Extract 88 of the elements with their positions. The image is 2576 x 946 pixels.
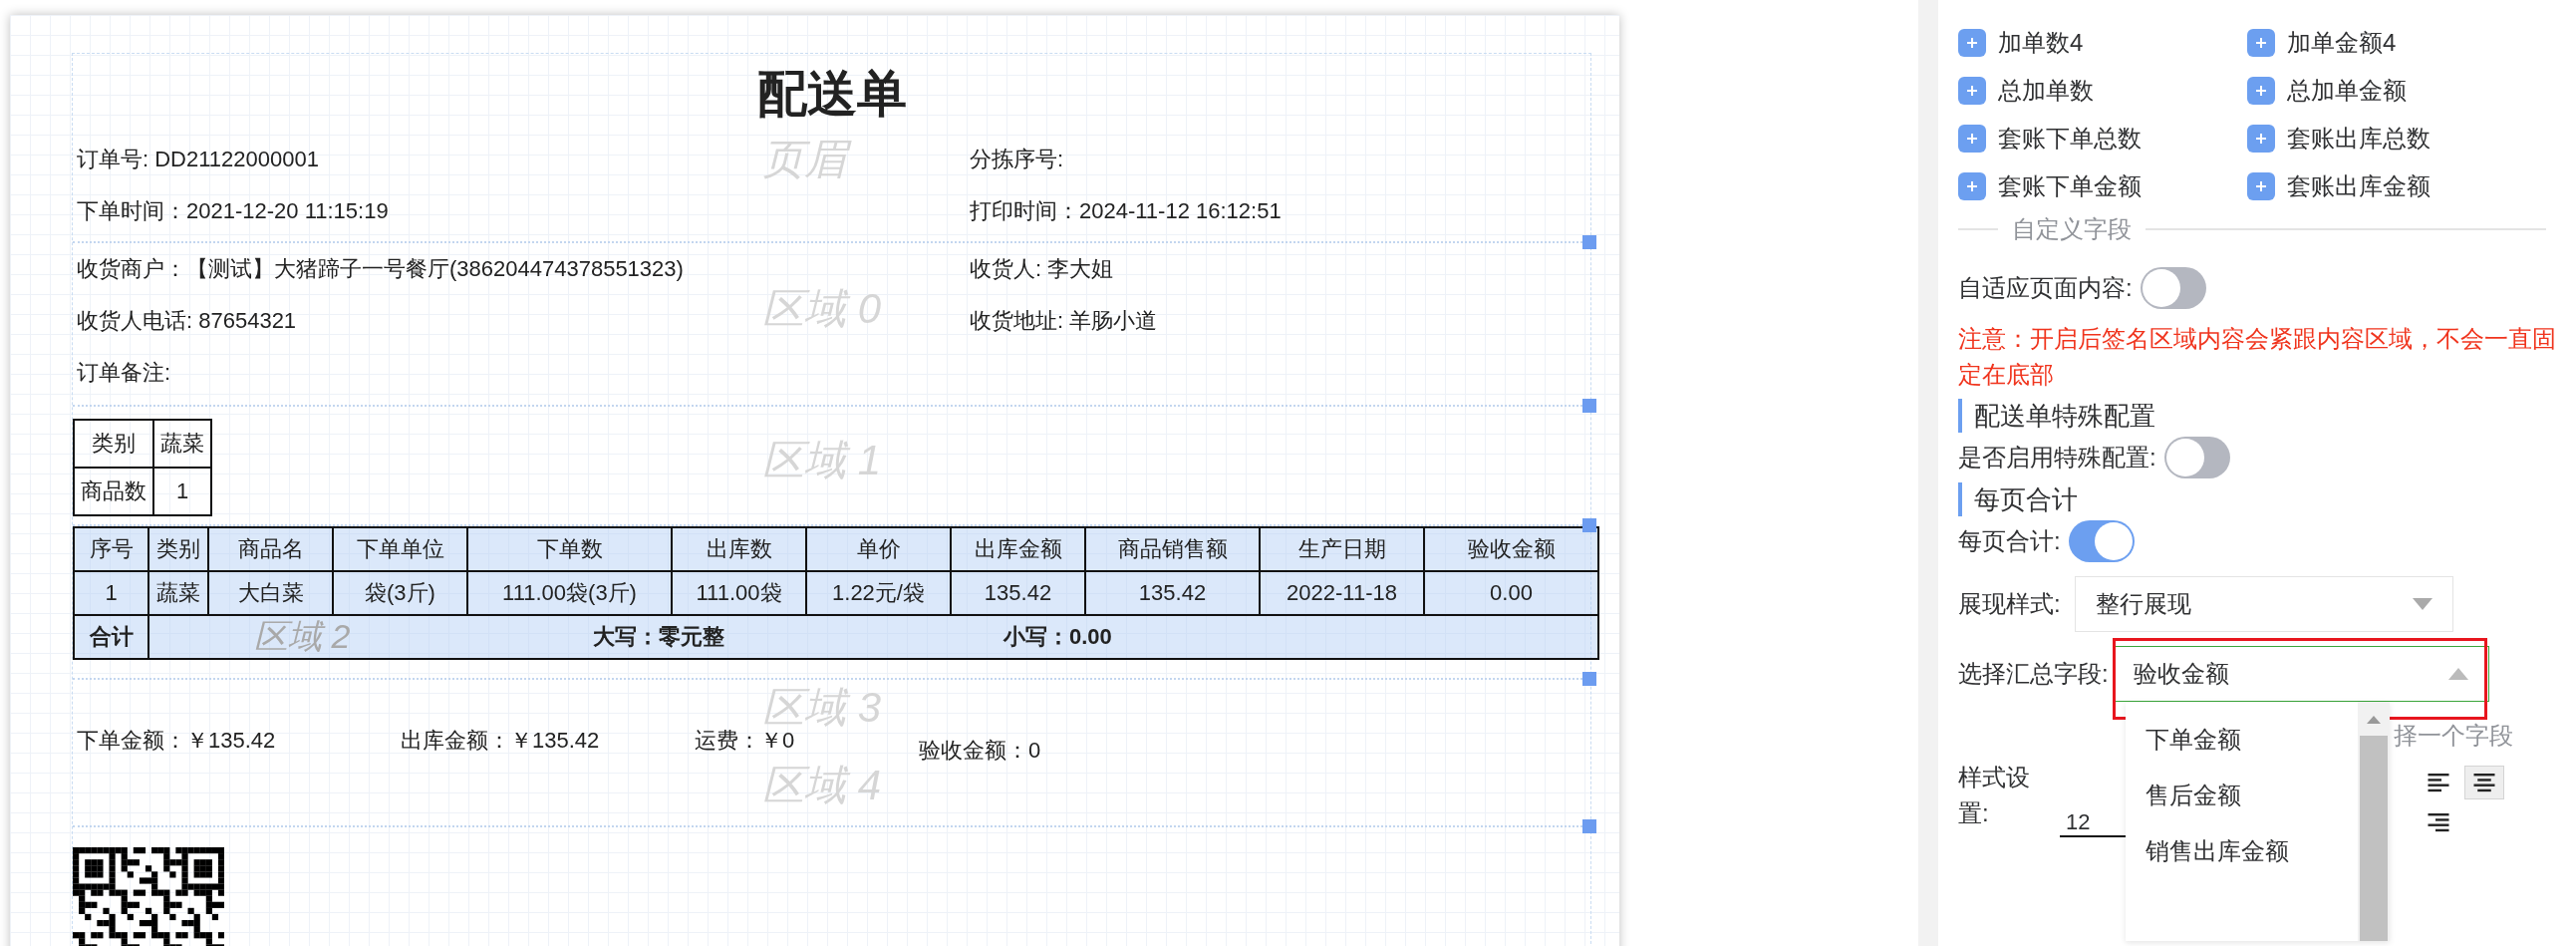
add-field-button[interactable]: 总加单金额 (2247, 74, 2536, 108)
hint-text: 择一个字段 (2394, 721, 2513, 751)
toggle-switch[interactable] (2068, 520, 2135, 562)
plus-icon (2247, 77, 2275, 105)
table-cell: 蔬菜 (153, 420, 211, 468)
table-cell: 135.42 (951, 571, 1085, 615)
section-heading: 配送单特殊配置 (1958, 399, 2576, 433)
resize-handle[interactable] (1582, 819, 1596, 833)
table-cell: 商品数 (74, 468, 153, 515)
table-cell: 2022-11-18 (1260, 571, 1424, 615)
column-header: 出库数 (672, 527, 806, 571)
column-header: 生产日期 (1260, 527, 1424, 571)
setting-label: 展现样式: (1958, 589, 2061, 619)
column-header: 下单数 (467, 527, 672, 571)
column-header: 单价 (806, 527, 951, 571)
table-cell: 大白菜 (208, 571, 333, 615)
total-uppercase: 大写：零元整 (593, 624, 724, 649)
total-label: 合计 (74, 615, 148, 659)
table-cell: 袋(3斤) (333, 571, 467, 615)
add-field-button[interactable]: 套账出库金额 (2247, 169, 2536, 203)
table-cell: 135.42 (1085, 571, 1260, 615)
caret-icon (2412, 598, 2433, 610)
plus-icon (1958, 29, 1986, 57)
display-style-select[interactable]: 整行展现 (2074, 576, 2453, 632)
field-text: 分拣序号: (970, 146, 1064, 173)
field-text: 打印时间：2024-11-12 16:12:51 (970, 197, 1282, 225)
table-cell: 类别 (74, 420, 153, 468)
plus-icon (1958, 172, 1986, 200)
resize-handle[interactable] (1582, 672, 1596, 686)
add-field-button[interactable]: 套账下单总数 (1958, 122, 2247, 156)
field-text: 收货地址: 羊肠小道 (970, 307, 1158, 335)
column-header: 验收金额 (1424, 527, 1598, 571)
amount-text: 下单金额：￥135.42 (76, 727, 277, 755)
amount-text: 运费：￥0 (695, 727, 796, 755)
resize-handle[interactable] (1582, 518, 1596, 532)
column-header: 商品销售额 (1085, 527, 1260, 571)
setting-label: 自适应页面内容: (1958, 273, 2133, 303)
field-text: 订单备注: (77, 359, 171, 387)
toggle-switch[interactable] (2140, 267, 2206, 309)
caret-icon (2447, 668, 2468, 680)
field-text: 收货人: 李大姐 (970, 255, 1114, 283)
dropdown-option[interactable]: 销售出库金额 (2126, 823, 2358, 879)
plus-icon (2247, 125, 2275, 153)
scroll-up-icon[interactable] (2367, 716, 2381, 724)
amount-text: 验收金额：0 (919, 737, 1041, 765)
plus-icon (1958, 77, 1986, 105)
add-field-button[interactable]: 套账下单金额 (1958, 169, 2247, 203)
resize-handle[interactable] (1582, 235, 1596, 249)
add-field-button[interactable]: 加单数4 (1958, 26, 2247, 60)
add-field-button[interactable]: 加单金额4 (2247, 26, 2536, 60)
column-header: 出库金额 (951, 527, 1085, 571)
setting-label: 选择汇总字段: (1958, 659, 2109, 689)
table-cell: 0.00 (1424, 571, 1598, 615)
plus-icon (1958, 125, 1986, 153)
column-header: 类别 (148, 527, 208, 571)
region-label: 区域 2 (253, 616, 352, 657)
toggle-switch[interactable] (2163, 437, 2230, 478)
setting-label: 样式设置: (1958, 763, 2031, 828)
plus-icon (2247, 29, 2275, 57)
total-lowercase: 小写：0.00 (1003, 624, 1112, 649)
table-cell: 111.00袋 (672, 571, 806, 615)
setting-label: 每页合计: (1958, 526, 2061, 556)
document-title: 配送单 (756, 65, 907, 124)
scrollbar[interactable] (2358, 702, 2390, 941)
warning-text: 注意：开启后签名区域内容会紧跟内容区域，不会一直固定在底部 (1958, 324, 2556, 390)
dropdown-option[interactable]: 下单金额 (2126, 712, 2358, 768)
plus-icon (2247, 172, 2275, 200)
table-cell: 蔬菜 (148, 571, 208, 615)
column-header: 序号 (74, 527, 148, 571)
column-header: 商品名 (208, 527, 333, 571)
dropdown-option[interactable]: 售后金额 (2126, 768, 2358, 823)
field-text: 订单号: DD21122000001 (77, 146, 319, 173)
field-text: 收货人电话: 87654321 (77, 307, 297, 335)
section-divider-label: 自定义字段 (2011, 214, 2133, 244)
setting-label: 是否启用特殊配置: (1958, 443, 2156, 473)
section-heading: 每页合计 (1958, 482, 2576, 516)
amount-text: 出库金额：￥135.42 (401, 727, 601, 755)
resize-handle[interactable] (1582, 399, 1596, 413)
table-cell: 111.00袋(3斤) (467, 571, 672, 615)
table-cell: 1.22元/袋 (806, 571, 951, 615)
field-text: 下单时间：2021-12-20 11:15:19 (77, 197, 389, 225)
add-field-button[interactable]: 总加单数 (1958, 74, 2247, 108)
table-cell: 1 (153, 468, 211, 515)
align-center-icon[interactable] (2464, 766, 2504, 799)
column-header: 下单单位 (333, 527, 467, 571)
table-cell: 1 (74, 571, 148, 615)
add-field-button[interactable]: 套账出库总数 (2247, 122, 2536, 156)
field-text: 收货商户：【测试】大猪蹄子一号餐厅(386204474378551323) (77, 255, 684, 283)
